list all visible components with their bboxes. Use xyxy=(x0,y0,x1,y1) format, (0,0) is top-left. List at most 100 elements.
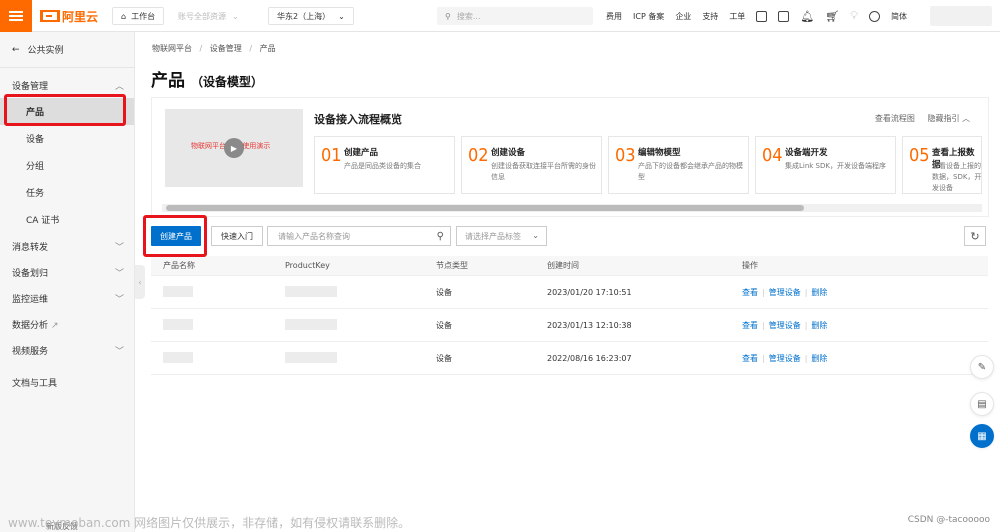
page-title: 产品 （设备模型） xyxy=(151,66,263,91)
global-search-input[interactable]: ⚲ 搜索... xyxy=(437,7,593,25)
sidebar-group-device-assignment[interactable]: 设备划归 ﹀ xyxy=(0,259,134,285)
created-time: 2023/01/13 12:10:38 xyxy=(547,320,632,330)
help-icon[interactable] xyxy=(868,10,880,22)
sidebar-item-device[interactable]: 设备 xyxy=(0,125,134,152)
guide-step[interactable]: 04 设备端开发 集成Link SDK，开发设备端程序 xyxy=(755,136,896,194)
page-title-text: 产品 xyxy=(151,71,185,91)
group-label: 文档与工具 xyxy=(12,378,58,389)
top-nav: 费用 ICP 备案 企业 支持 工单 🔔︎ 🛒︎ 💡︎ 简体 xyxy=(606,0,907,32)
demo-video[interactable]: 物联网平台 产品使用演示 ▶ xyxy=(165,109,303,187)
search-placeholder: 请输入产品名称查询 xyxy=(278,231,350,241)
manage-devices-link[interactable]: 管理设备 xyxy=(769,354,801,363)
sidebar-item-group[interactable]: 分组 xyxy=(0,152,134,179)
product-tag-select[interactable]: 请选择产品标签 ⌄ xyxy=(456,226,547,246)
step-desc: 集成Link SDK，开发设备端程序 xyxy=(785,162,886,170)
guide-step[interactable]: 05 查看上报数据 查看设备上报的数据，SDK，开发设备 xyxy=(902,136,982,194)
guide-step[interactable]: 01 创建产品 产品是同品类设备的集合 xyxy=(314,136,455,194)
nav-billing[interactable]: 费用 xyxy=(606,11,622,22)
step-title: 创建设备 xyxy=(491,148,526,158)
row-actions: 查看 | 管理设备 | 删除 xyxy=(742,287,828,297)
user-avatar[interactable] xyxy=(930,6,992,26)
search-icon[interactable]: ⚲ xyxy=(437,231,444,242)
edit-fab[interactable]: ✎ xyxy=(970,355,994,379)
grid-icon: ▦ xyxy=(977,430,987,442)
bulb-icon[interactable]: 💡︎ xyxy=(850,9,858,23)
language-switch[interactable]: 简体 xyxy=(891,11,907,22)
brand-logo[interactable]: 阿里云 xyxy=(40,8,98,24)
redacted-product-name[interactable] xyxy=(163,351,193,363)
message-icon[interactable] xyxy=(778,10,790,22)
sidebar-item-ca-cert[interactable]: CA 证书 xyxy=(0,206,134,233)
apps-fab[interactable]: ▦ xyxy=(970,424,994,448)
sidebar-group-video-service[interactable]: 视频服务 ﹀ xyxy=(0,337,134,363)
sidebar-item-label: 任务 xyxy=(26,189,45,199)
region-select[interactable]: 华东2（上海） ⌄ xyxy=(268,7,354,25)
manage-devices-link[interactable]: 管理设备 xyxy=(769,321,801,330)
chevron-down-icon: ⌄ xyxy=(532,231,539,240)
step-number: 05 xyxy=(909,145,930,166)
hide-guide-link[interactable]: 隐藏指引 xyxy=(927,114,959,123)
quick-start-button[interactable]: 快速入门 xyxy=(211,226,263,246)
sidebar-group-data-analysis[interactable]: 数据分析 ↗ xyxy=(0,311,134,337)
group-label: 数据分析 xyxy=(12,320,49,331)
highlight-product-menu xyxy=(4,94,126,126)
guide-step[interactable]: 03 编辑物模型 产品下的设备都会继承产品的物模型 xyxy=(608,136,749,194)
breadcrumb-item[interactable]: 设备管理 xyxy=(210,44,242,53)
resource-scope-label: 账号全部资源 xyxy=(178,11,226,21)
sidebar-item-task[interactable]: 任务 xyxy=(0,179,134,206)
refresh-button[interactable]: ↻ xyxy=(964,226,986,246)
cart-icon[interactable]: 🛒︎ xyxy=(825,10,839,23)
created-time: 2022/08/16 16:23:07 xyxy=(547,353,632,363)
redacted-product-name[interactable] xyxy=(163,318,193,330)
column-header: 操作 xyxy=(742,261,758,270)
back-to-instance[interactable]: ← 公共实例 xyxy=(0,32,134,68)
sidebar-collapse-handle[interactable]: ‹ xyxy=(135,265,145,299)
top-bar: 阿里云 ⌂ 工作台 账号全部资源 ⌄ 华东2（上海） ⌄ ⚲ 搜索... 费用 … xyxy=(0,0,1000,32)
chevron-down-icon: ﹀ xyxy=(114,268,124,279)
back-label: 公共实例 xyxy=(27,46,64,56)
sidebar-group-monitoring[interactable]: 监控运维 ﹀ xyxy=(0,285,134,311)
sidebar-item-label: 分组 xyxy=(26,162,45,172)
sidebar-group-message-forwarding[interactable]: 消息转发 ﹀ xyxy=(0,233,134,259)
chevron-down-icon: ﹀ xyxy=(114,346,124,357)
step-number: 01 xyxy=(321,145,342,166)
region-label: 华东2（上海） xyxy=(277,11,331,21)
workbench-button[interactable]: ⌂ 工作台 xyxy=(112,7,165,25)
group-label: 视频服务 xyxy=(12,346,49,357)
nav-ticket[interactable]: 工单 xyxy=(729,11,745,22)
sidebar-group-docs-tools[interactable]: 文档与工具 xyxy=(0,369,134,395)
arrow-left-icon: ← xyxy=(12,44,20,55)
scrollbar-thumb[interactable] xyxy=(166,205,804,211)
delete-link[interactable]: 删除 xyxy=(811,321,827,330)
product-search-input[interactable]: 请输入产品名称查询 ⚲ xyxy=(267,226,451,246)
guide-step[interactable]: 02 创建设备 创建设备获取连接平台所需的身份信息 xyxy=(461,136,602,194)
view-flowchart-link[interactable]: 查看流程图 xyxy=(875,114,915,123)
menu-icon[interactable] xyxy=(0,0,32,32)
breadcrumb: 物联网平台 / 设备管理 / 产品 xyxy=(152,44,276,53)
created-time: 2023/01/20 17:10:51 xyxy=(547,287,632,297)
play-icon[interactable]: ▶ xyxy=(224,138,244,158)
group-label: 监控运维 xyxy=(12,294,49,305)
nav-enterprise[interactable]: 企业 xyxy=(675,11,691,22)
table-header: 产品名称 ProductKey 节点类型 创建时间 操作 xyxy=(151,256,988,276)
view-link[interactable]: 查看 xyxy=(742,288,758,297)
guide-links: 查看流程图 隐藏指引 ︿ xyxy=(875,113,970,124)
cloud-shell-icon[interactable] xyxy=(756,10,768,22)
breadcrumb-item[interactable]: 物联网平台 xyxy=(152,44,192,53)
nav-support[interactable]: 支持 xyxy=(702,11,718,22)
nav-icp[interactable]: ICP 备案 xyxy=(633,11,664,22)
feedback-fab[interactable]: ▤ xyxy=(970,392,994,416)
step-desc: 查看设备上报的数据，SDK，开发设备 xyxy=(932,162,982,192)
view-link[interactable]: 查看 xyxy=(742,354,758,363)
group-label: 设备管理 xyxy=(12,81,49,92)
horizontal-scrollbar[interactable] xyxy=(162,204,982,212)
product-table: 产品名称 ProductKey 节点类型 创建时间 操作 设备 2023/01/… xyxy=(151,256,988,375)
resource-scope-select[interactable]: 账号全部资源 ⌄ xyxy=(170,7,247,25)
delete-link[interactable]: 删除 xyxy=(811,354,827,363)
bell-icon[interactable]: 🔔︎ xyxy=(800,10,814,23)
view-link[interactable]: 查看 xyxy=(742,321,758,330)
manage-devices-link[interactable]: 管理设备 xyxy=(769,288,801,297)
redacted-product-key xyxy=(285,351,337,363)
delete-link[interactable]: 删除 xyxy=(811,288,827,297)
redacted-product-name[interactable] xyxy=(163,285,193,297)
